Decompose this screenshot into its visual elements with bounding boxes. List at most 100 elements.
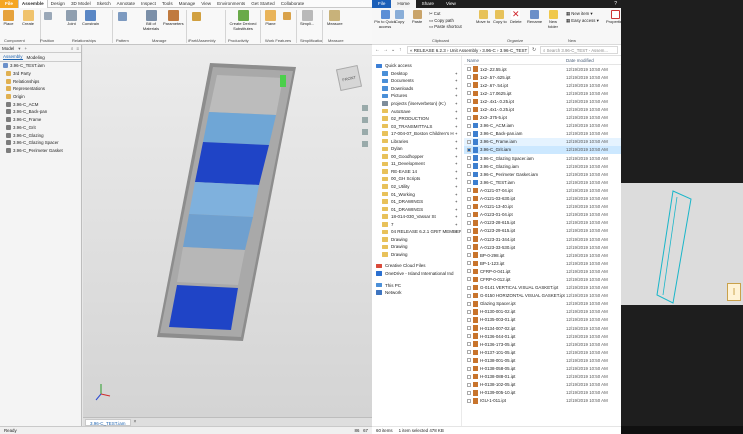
tree-root[interactable]: 3.96-C_TEST.iam bbox=[0, 62, 81, 70]
simplify-button[interactable]: Simpli... bbox=[300, 10, 314, 27]
pin-icon[interactable]: ✦ bbox=[455, 116, 458, 121]
checkbox[interactable] bbox=[467, 196, 471, 201]
paste-button[interactable]: Paste bbox=[412, 10, 422, 25]
nav-item[interactable]: 18-014-030_Vassar St ✦ bbox=[372, 213, 461, 221]
checkbox[interactable] bbox=[467, 83, 471, 88]
inventor-tab-sketch[interactable]: Sketch bbox=[94, 0, 114, 8]
pin-icon[interactable]: ✦ bbox=[455, 154, 458, 159]
background-viewport[interactable]: I bbox=[621, 183, 743, 305]
nav-item[interactable]: Quick access bbox=[372, 62, 461, 70]
file-row[interactable]: H-0136-044-01.ipt 12/19/2019 10:50 AM bbox=[464, 332, 621, 340]
orbit-icon[interactable] bbox=[362, 129, 368, 135]
tree-item[interactable]: 3.96-C_ACM bbox=[0, 100, 81, 108]
checkbox[interactable] bbox=[467, 180, 471, 185]
checkbox[interactable] bbox=[467, 253, 471, 258]
plane-button[interactable]: Plane bbox=[265, 10, 276, 27]
file-row[interactable]: 2x3-.375-5.ipt 12/19/2019 10:50 AM bbox=[464, 114, 621, 122]
pin-icon[interactable]: ✦ bbox=[455, 199, 458, 204]
checkbox[interactable] bbox=[467, 220, 471, 225]
checkbox[interactable] bbox=[467, 261, 471, 266]
nav-item[interactable]: 02_Utility ✦ bbox=[372, 183, 461, 191]
pin-icon[interactable]: ✦ bbox=[455, 222, 458, 227]
nav-item[interactable]: 04 RELEASE 6.2.1 GRIT MEMBERS ✦ bbox=[372, 228, 461, 236]
checkbox[interactable] bbox=[467, 115, 471, 120]
nav-item[interactable]: 7 ✦ bbox=[372, 220, 461, 228]
file-row[interactable]: H-0136-173-05.ipt 12/19/2019 10:50 AM bbox=[464, 340, 621, 348]
checkbox[interactable] bbox=[467, 245, 471, 250]
paste-shortcut-button[interactable]: ▭ Paste shortcut bbox=[429, 24, 462, 31]
file-row[interactable]: A-0121-07-04.ipt 12/19/2019 10:50 AM bbox=[464, 186, 621, 194]
inventor-tab-get-started[interactable]: Get Started bbox=[248, 0, 278, 8]
file-row[interactable]: G-0150 HORIZONTAL VISUAL GASKET.ipt 12/19… bbox=[464, 292, 621, 300]
inventor-tab-tools[interactable]: Tools bbox=[159, 0, 176, 8]
checkbox[interactable] bbox=[467, 164, 471, 169]
tree-item[interactable]: Origin bbox=[0, 93, 81, 101]
file-row[interactable]: 1x2-.67-.54.ipt 12/19/2019 10:50 AM bbox=[464, 81, 621, 89]
inventor-tab-file[interactable]: File bbox=[0, 0, 18, 8]
file-row[interactable]: 3.96-C_Frame.iam 12/19/2019 10:50 AM bbox=[464, 137, 621, 146]
nav-item[interactable]: 02_PRODUCTION ✦ bbox=[372, 115, 461, 123]
file-row[interactable]: G-0141 VERTICAL VISUAL GASKET.ipt 12/19/2… bbox=[464, 284, 621, 292]
work-axis-tools[interactable] bbox=[283, 12, 291, 21]
file-row[interactable]: 3.96-C_ACM.iam 12/19/2019 10:50 AM bbox=[464, 122, 621, 130]
checkbox[interactable] bbox=[467, 156, 471, 161]
nav-item[interactable]: Documents ✦ bbox=[372, 77, 461, 85]
file-row[interactable]: H-0138-001-05.ipt 12/19/2019 10:50 AM bbox=[464, 356, 621, 364]
delete-button[interactable]: ✕ Delete bbox=[510, 10, 522, 25]
back-icon[interactable]: ← bbox=[375, 47, 380, 53]
pin-icon[interactable]: ✦ bbox=[455, 161, 458, 166]
inventor-tab-inspect[interactable]: Inspect bbox=[138, 0, 159, 8]
file-row[interactable]: A-0123-33-530.ipt 12/19/2019 10:50 AM bbox=[464, 243, 621, 251]
nav-item[interactable]: Drawing bbox=[372, 243, 461, 251]
copy-to-button[interactable]: Copy to bbox=[493, 10, 507, 25]
inventor-tab-environments[interactable]: Environments bbox=[214, 0, 248, 8]
checkbox[interactable] bbox=[467, 326, 471, 331]
checkbox[interactable] bbox=[467, 277, 471, 282]
search-icon[interactable]: ⌕ bbox=[71, 46, 74, 51]
pin-icon[interactable]: ✦ bbox=[455, 184, 458, 189]
pin-icon[interactable]: ✦ bbox=[455, 101, 458, 106]
file-row[interactable]: A-0121-03-630.ipt 12/19/2019 10:50 AM bbox=[464, 195, 621, 203]
nav-item[interactable]: 00_GH Scripts ✦ bbox=[372, 175, 461, 183]
inventor-tab-design[interactable]: Design bbox=[48, 0, 68, 8]
file-row[interactable]: BP-0-298.ipt 12/19/2019 10:50 AM bbox=[464, 251, 621, 259]
checkbox[interactable] bbox=[467, 67, 471, 72]
checkbox[interactable] bbox=[467, 188, 471, 193]
checkbox[interactable] bbox=[467, 204, 471, 209]
inventor-tab-collaborate[interactable]: Collaborate bbox=[278, 0, 308, 8]
tree-item[interactable]: 3.96-C_Perimeter Gasket bbox=[0, 147, 81, 155]
nav-item[interactable]: 01_Working ✦ bbox=[372, 190, 461, 198]
column-name[interactable]: Name bbox=[464, 58, 566, 63]
file-row[interactable]: H-0139-005-10.ipt 12/19/2019 10:50 AM bbox=[464, 389, 621, 397]
checkbox[interactable] bbox=[467, 91, 471, 96]
nav-item[interactable]: 11_Development ✦ bbox=[372, 160, 461, 168]
pin-icon[interactable]: ✦ bbox=[455, 176, 458, 181]
checkbox[interactable] bbox=[467, 131, 471, 136]
add-icon[interactable]: + bbox=[25, 46, 28, 51]
pin-icon[interactable]: ✦ bbox=[455, 131, 458, 136]
nav-item[interactable]: RE-EASE 14 ✦ bbox=[372, 168, 461, 176]
tab-view[interactable]: View bbox=[440, 0, 462, 8]
tab-file[interactable]: File bbox=[372, 0, 392, 8]
dropdown-icon[interactable]: ▾ bbox=[18, 46, 20, 52]
constrain-button[interactable]: Constrain bbox=[82, 10, 99, 27]
zoom-icon[interactable] bbox=[362, 117, 368, 123]
file-row[interactable]: CFRP-0-012.ipt 12/19/2019 10:50 AM bbox=[464, 275, 621, 283]
checkbox[interactable] bbox=[467, 285, 471, 290]
pin-icon[interactable]: ✦ bbox=[455, 86, 458, 91]
file-row[interactable]: A-0123-01-04.ipt 12/19/2019 10:50 AM bbox=[464, 211, 621, 219]
checkbox[interactable] bbox=[467, 212, 471, 217]
column-date[interactable]: Date modified bbox=[566, 58, 594, 63]
checkbox[interactable] bbox=[467, 358, 471, 363]
file-row[interactable]: 3.96-C_Back-pan.iam 12/19/2019 10:50 AM bbox=[464, 130, 621, 138]
checkbox[interactable] bbox=[467, 269, 471, 274]
file-row[interactable]: 1x2-.4x1-.0.25.ipt 12/19/2019 10:50 AM bbox=[464, 105, 621, 113]
checkbox[interactable] bbox=[467, 301, 471, 306]
move-to-button[interactable]: Move to bbox=[476, 10, 490, 25]
tree-item[interactable]: 3.96-C_Glazing Spacer bbox=[0, 139, 81, 147]
bom-button[interactable]: Bill of Materials bbox=[140, 10, 162, 31]
checkbox[interactable] bbox=[467, 350, 471, 355]
checkbox[interactable] bbox=[467, 237, 471, 242]
nav-item[interactable]: Drawing bbox=[372, 236, 461, 244]
nav-item[interactable]: 03_TRANSMITTALS ✦ bbox=[372, 122, 461, 130]
